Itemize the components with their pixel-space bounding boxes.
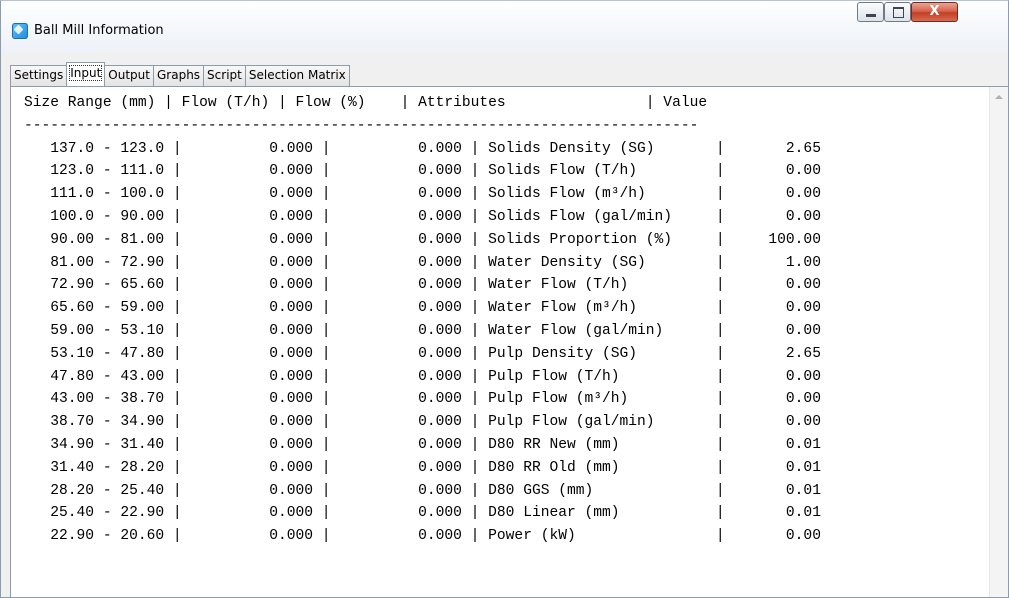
table-row: 72.90 - 65.60 | 0.000 | 0.000 | Water Fl… — [50, 277, 821, 294]
tab-settings[interactable]: Settings — [10, 65, 68, 86]
tab-label: Settings — [14, 68, 64, 82]
table-row: 53.10 - 47.80 | 0.000 | 0.000 | Pulp Den… — [50, 345, 821, 362]
minimize-button[interactable] — [857, 2, 884, 22]
input-text-area[interactable]: Size Range (mm) | Flow (T/h) | Flow (%) … — [11, 87, 989, 597]
tab-output[interactable]: Output — [104, 65, 154, 86]
table-row: 65.60 - 59.00 | 0.000 | 0.000 | Water Fl… — [50, 300, 821, 317]
report-separator: ----------------------------------------… — [24, 117, 699, 134]
table-row: 34.90 - 31.40 | 0.000 | 0.000 | D80 RR N… — [50, 436, 821, 453]
table-row: 28.20 - 25.40 | 0.000 | 0.000 | D80 GGS … — [50, 482, 821, 499]
scroll-up-arrow-icon[interactable] — [995, 95, 1003, 99]
report-header-row: Size Range (mm) | Flow (T/h) | Flow (%) … — [24, 95, 708, 111]
app-window-icon — [12, 23, 28, 39]
close-button[interactable]: X — [911, 2, 958, 22]
table-row: 43.00 - 38.70 | 0.000 | 0.000 | Pulp Flo… — [50, 391, 821, 408]
table-row: 111.0 - 100.0 | 0.000 | 0.000 | Solids F… — [50, 186, 821, 203]
close-icon: X — [929, 4, 940, 19]
tab-label: Script — [207, 68, 242, 82]
tab-script[interactable]: Script — [203, 65, 246, 86]
maximize-button[interactable] — [884, 2, 911, 22]
tab-label: Selection Matrix — [248, 68, 346, 82]
table-row: 31.40 - 28.20 | 0.000 | 0.000 | D80 RR O… — [50, 459, 821, 476]
table-row: 25.40 - 22.90 | 0.000 | 0.000 | D80 Line… — [50, 505, 821, 522]
table-row: 100.0 - 90.00 | 0.000 | 0.000 | Solids F… — [50, 208, 821, 225]
tab-label: Input — [69, 65, 103, 81]
tab-label: Output — [108, 68, 150, 82]
input-tab-panel: Size Range (mm) | Flow (T/h) | Flow (%) … — [10, 86, 1008, 597]
tab-selection-matrix[interactable]: Selection Matrix — [244, 65, 350, 86]
tab-graphs[interactable]: Graphs — [152, 65, 205, 86]
tab-input[interactable]: Input — [66, 62, 106, 86]
table-row: 123.0 - 111.0 | 0.000 | 0.000 | Solids F… — [50, 163, 821, 180]
window-title: Ball Mill Information — [34, 23, 164, 38]
table-row: 137.0 - 123.0 | 0.000 | 0.000 | Solids D… — [50, 140, 821, 157]
maximize-icon — [893, 7, 904, 18]
tab-label: Graphs — [156, 68, 201, 82]
input-report-text: Size Range (mm) | Flow (T/h) | Flow (%) … — [11, 87, 989, 548]
table-row: 90.00 - 81.00 | 0.000 | 0.000 | Solids P… — [50, 231, 821, 248]
table-row: 38.70 - 34.90 | 0.000 | 0.000 | Pulp Flo… — [50, 414, 821, 431]
title-bar[interactable]: Ball Mill Information X — [1, 1, 1008, 53]
table-row: 81.00 - 72.90 | 0.000 | 0.000 | Water De… — [50, 254, 821, 271]
table-row: 22.90 - 20.60 | 0.000 | 0.000 | Power (k… — [24, 528, 821, 545]
minimize-icon — [866, 14, 876, 17]
ball-mill-information-window: Ball Mill Information X Settings Input O… — [0, 0, 1009, 598]
report-rows: 137.0 - 123.0 | 0.000 | 0.000 | Solids D… — [24, 141, 821, 545]
tab-bar: Settings Input Output Graphs Script Sele… — [10, 62, 350, 86]
vertical-scrollbar[interactable] — [989, 87, 1008, 597]
table-row: 47.80 - 43.00 | 0.000 | 0.000 | Pulp Flo… — [50, 368, 821, 385]
table-row: 59.00 - 53.10 | 0.000 | 0.000 | Water Fl… — [50, 322, 821, 339]
